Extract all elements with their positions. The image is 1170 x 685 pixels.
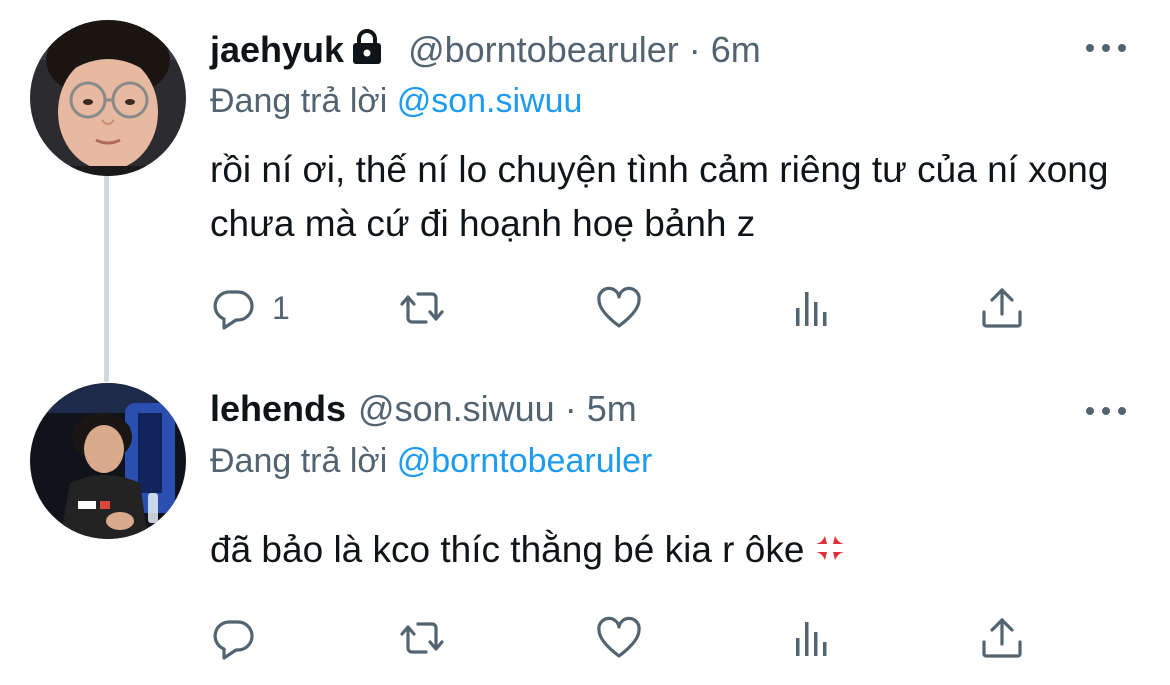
- display-name[interactable]: jaehyuk: [210, 28, 344, 72]
- tweet-text: đã bảo là kco thíc thằng bé kia r ôke: [210, 523, 1140, 577]
- retweet-button[interactable]: [398, 613, 446, 663]
- share-button[interactable]: [978, 283, 1026, 333]
- reply-button[interactable]: [210, 613, 272, 663]
- more-options-icon[interactable]: [1086, 405, 1126, 417]
- replying-prefix: Đang trả lời: [210, 82, 388, 120]
- avatar[interactable]: [30, 20, 186, 176]
- anger-symbol-icon: [812, 527, 848, 563]
- share-icon: [982, 618, 1022, 658]
- mention-link[interactable]: @borntobearuler: [397, 442, 653, 480]
- tweet-thread: jaehyuk @borntobearuler · 6m Đang trả lờ…: [0, 0, 1170, 685]
- replying-to: Đang trả lời @borntobearuler: [210, 440, 652, 482]
- timestamp[interactable]: 5m: [587, 387, 637, 431]
- tweet-actions: 1: [210, 283, 1060, 333]
- tweet[interactable]: jaehyuk @borntobearuler · 6m Đang trả lờ…: [0, 0, 1170, 365]
- tweet-text: rồi ní ơi, thế ní lo chuyện tình cảm riê…: [210, 149, 1109, 244]
- share-button[interactable]: [978, 613, 1026, 663]
- avatar[interactable]: [30, 383, 186, 539]
- mention-link[interactable]: @son.siwuu: [397, 82, 583, 120]
- separator-dot: ·: [564, 388, 577, 429]
- more-options-icon[interactable]: [1086, 42, 1126, 54]
- retweet-icon: [400, 292, 444, 324]
- handle[interactable]: @son.siwuu: [358, 387, 555, 431]
- retweet-button[interactable]: [398, 283, 446, 333]
- timestamp[interactable]: 6m: [711, 28, 761, 72]
- tweet[interactable]: lehends @son.siwuu · 5m Đang trả lời @bo…: [0, 365, 1170, 685]
- retweet-icon: [400, 622, 444, 654]
- tweet-text-content: đã bảo là kco thíc thằng bé kia r ôke: [210, 529, 805, 570]
- share-icon: [982, 288, 1022, 328]
- views-icon: [796, 622, 827, 656]
- like-button[interactable]: [595, 283, 643, 333]
- views-icon: [796, 292, 827, 326]
- tweet-header: lehends @son.siwuu · 5m: [210, 387, 1080, 431]
- handle[interactable]: @borntobearuler: [408, 28, 679, 72]
- reply-button[interactable]: 1: [210, 283, 290, 333]
- display-name[interactable]: lehends: [210, 387, 346, 431]
- tweet-actions: [210, 613, 1060, 663]
- reply-icon: [213, 620, 254, 660]
- like-button[interactable]: [595, 613, 643, 663]
- views-button[interactable]: [788, 613, 836, 663]
- lock-icon: [350, 28, 384, 66]
- separator-dot: ·: [688, 29, 701, 70]
- replying-prefix: Đang trả lời: [210, 442, 388, 480]
- heart-icon: [597, 286, 641, 328]
- views-button[interactable]: [788, 283, 836, 333]
- reply-count: 1: [272, 289, 290, 326]
- replying-to: Đang trả lời @son.siwuu: [210, 80, 582, 122]
- reply-icon: [213, 290, 254, 330]
- tweet-header: jaehyuk @borntobearuler · 6m: [210, 28, 1080, 72]
- heart-icon: [597, 616, 641, 658]
